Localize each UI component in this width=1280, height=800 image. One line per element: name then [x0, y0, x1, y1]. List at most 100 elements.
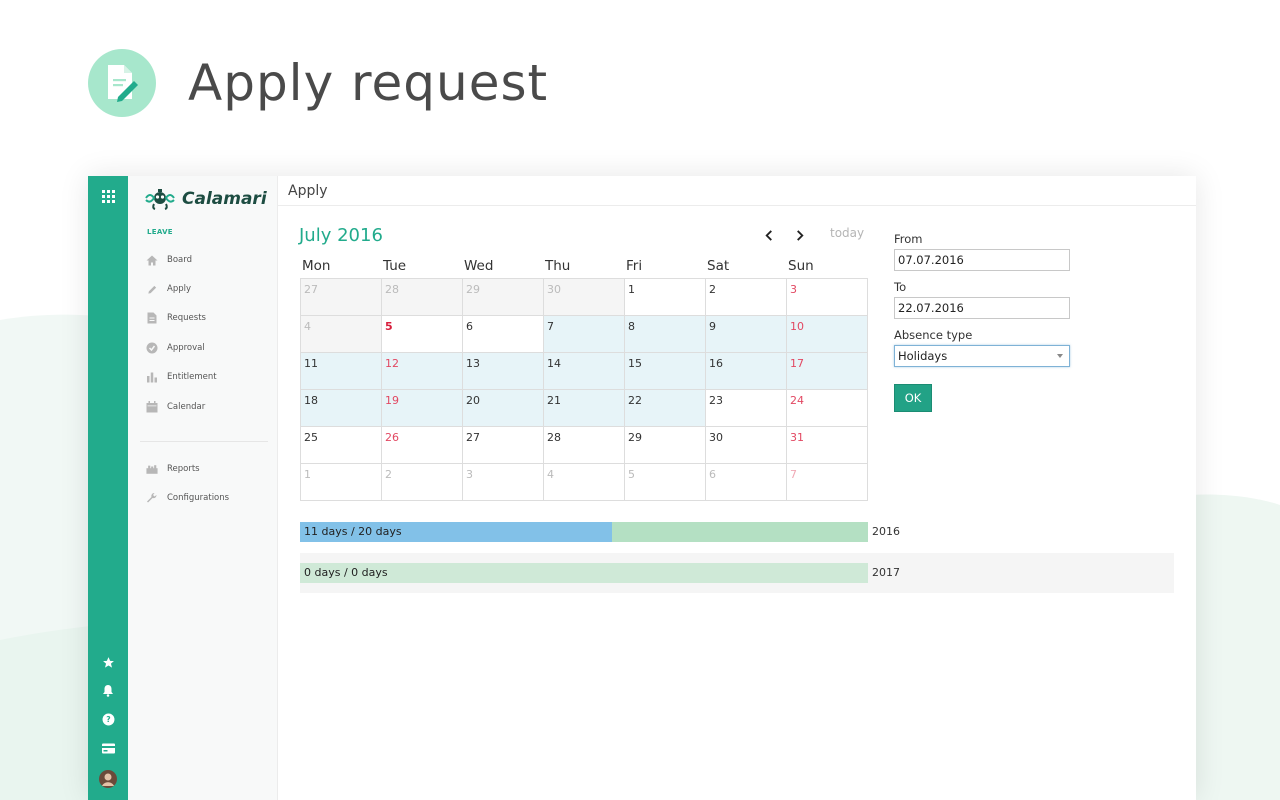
calendar-day-cell[interactable]: 28: [544, 427, 625, 463]
bell-icon[interactable]: [88, 678, 128, 702]
calendar-day-cell[interactable]: 5: [625, 464, 706, 500]
calendar-day-cell[interactable]: 28: [382, 279, 463, 315]
calendar-day-cell[interactable]: 3: [787, 279, 868, 315]
balance-row-2017: 0 days / 0 days 2017: [300, 553, 1174, 593]
calendar-day-cell[interactable]: 10: [787, 316, 868, 352]
calendar-day-cell[interactable]: 2: [382, 464, 463, 500]
sidebar-item-label: Apply: [167, 284, 191, 294]
absence-type-label: Absence type: [894, 328, 973, 342]
pencil-icon: [146, 283, 158, 295]
reports-icon: [146, 463, 158, 475]
calendar-next-button[interactable]: [791, 226, 809, 244]
calendar-day-cell[interactable]: 5: [382, 316, 463, 352]
to-date-input[interactable]: 22.07.2016: [894, 297, 1070, 319]
calendar-day-cell[interactable]: 29: [625, 427, 706, 463]
sidebar-item-approval[interactable]: Approval: [146, 339, 205, 357]
calendar: Mon Tue Wed Thu Fri Sat Sun 27 28 29 30 1 2 3 4 5 6 7 8 9 1…: [300, 258, 868, 501]
help-icon[interactable]: ?: [88, 707, 128, 731]
balance-year: 2017: [872, 566, 900, 579]
sidebar-divider: [140, 441, 268, 442]
calendar-day-cell[interactable]: 4: [301, 316, 382, 352]
star-icon[interactable]: [88, 650, 128, 674]
user-avatar[interactable]: [88, 767, 128, 791]
calendar-day-cell[interactable]: 1: [301, 464, 382, 500]
calendar-day-cell[interactable]: 6: [706, 464, 787, 500]
calendar-day-cell[interactable]: 18: [301, 390, 382, 426]
calendar-day-cell[interactable]: 29: [463, 279, 544, 315]
calendar-day-cell[interactable]: 30: [544, 279, 625, 315]
apps-grid-icon[interactable]: [88, 184, 128, 208]
calendar-day-cell[interactable]: 1: [625, 279, 706, 315]
home-icon: [146, 254, 158, 266]
calendar-day-cell[interactable]: 14: [544, 353, 625, 389]
check-circle-icon: [146, 342, 158, 354]
sidebar-item-requests[interactable]: Requests: [146, 309, 206, 327]
calendar-day-cell[interactable]: 21: [544, 390, 625, 426]
sidebar-item-board[interactable]: Board: [146, 251, 192, 269]
calendar-week-row: 18 19 20 21 22 23 24: [301, 390, 868, 427]
calendar-day-cell[interactable]: 19: [382, 390, 463, 426]
sidebar-item-reports[interactable]: Reports: [146, 460, 200, 478]
calendar-day-cell[interactable]: 17: [787, 353, 868, 389]
calendar-today-button[interactable]: today: [830, 226, 864, 240]
calendar-day-cell[interactable]: 15: [625, 353, 706, 389]
sidebar-item-apply[interactable]: Apply: [146, 280, 191, 298]
octopus-logo-icon: [145, 189, 175, 210]
calendar-day-cell[interactable]: 12: [382, 353, 463, 389]
calendar-day-cell[interactable]: 7: [544, 316, 625, 352]
calendar-day-cell[interactable]: 9: [706, 316, 787, 352]
calendar-week-row: 25 26 27 28 29 30 31: [301, 427, 868, 464]
calendar-day-cell[interactable]: 8: [625, 316, 706, 352]
calendar-day-cell[interactable]: 26: [382, 427, 463, 463]
sidebar-item-calendar[interactable]: Calendar: [146, 398, 205, 416]
calendar-day-cell[interactable]: 24: [787, 390, 868, 426]
weekday-label: Sun: [788, 258, 814, 274]
apply-form: From 07.07.2016 To 22.07.2016 Absence ty…: [894, 232, 1074, 412]
absence-type-value: Holidays: [898, 349, 948, 363]
calendar-prev-button[interactable]: [760, 226, 778, 244]
calendar-day-cell[interactable]: 3: [463, 464, 544, 500]
page-title: Apply: [288, 182, 328, 199]
ok-button[interactable]: OK: [894, 384, 932, 412]
calendar-week-row: 4 5 6 7 8 9 10: [301, 316, 868, 353]
calamari-logo[interactable]: Calamari: [144, 188, 267, 210]
bar-chart-icon: [146, 371, 158, 383]
calendar-grid: 27 28 29 30 1 2 3 4 5 6 7 8 9 10 11 12 13 14 15 16 17 18 19 20 2…: [300, 279, 868, 501]
balance-text: 11 days / 20 days: [304, 525, 402, 538]
sidebar-item-entitlement[interactable]: Entitlement: [146, 368, 217, 386]
sidebar-item-configurations[interactable]: Configurations: [146, 489, 229, 507]
from-date-input[interactable]: 07.07.2016: [894, 249, 1070, 271]
calendar-day-cell[interactable]: 23: [706, 390, 787, 426]
calendar-day-cell[interactable]: 27: [301, 279, 382, 315]
calendar-day-cell[interactable]: 2: [706, 279, 787, 315]
calendar-day-cell[interactable]: 25: [301, 427, 382, 463]
balance-year: 2016: [872, 525, 900, 538]
page-heading: Apply request: [188, 54, 549, 112]
wrench-icon: [146, 492, 158, 504]
from-label: From: [894, 232, 923, 246]
calendar-weekday-header: Mon Tue Wed Thu Fri Sat Sun: [300, 258, 868, 279]
calendar-day-cell[interactable]: 7: [787, 464, 868, 500]
calendar-day-cell[interactable]: 22: [625, 390, 706, 426]
weekday-label: Mon: [302, 258, 331, 274]
sidebar-item-label: Configurations: [167, 493, 230, 503]
calendar-day-cell[interactable]: 4: [544, 464, 625, 500]
sidebar-item-label: Requests: [167, 313, 206, 323]
billing-card-icon[interactable]: [88, 736, 128, 760]
to-label: To: [894, 280, 907, 294]
calendar-day-cell[interactable]: 27: [463, 427, 544, 463]
absence-type-select[interactable]: Holidays: [894, 345, 1070, 367]
calendar-day-cell[interactable]: 16: [706, 353, 787, 389]
calendar-day-cell[interactable]: 31: [787, 427, 868, 463]
calendar-day-cell[interactable]: 11: [301, 353, 382, 389]
calendar-day-cell[interactable]: 6: [463, 316, 544, 352]
sidebar-item-label: Entitlement: [167, 372, 217, 382]
caret-down-icon: [1057, 354, 1063, 358]
main-content: Apply July 2016 today Mon Tue Wed Thu Fri Sat…: [278, 176, 1196, 800]
calendar-day-cell[interactable]: 20: [463, 390, 544, 426]
calendar-day-cell[interactable]: 13: [463, 353, 544, 389]
logo-text: Calamari: [182, 189, 267, 209]
weekday-label: Thu: [545, 258, 571, 274]
calendar-day-cell[interactable]: 30: [706, 427, 787, 463]
weekday-label: Fri: [626, 258, 643, 274]
